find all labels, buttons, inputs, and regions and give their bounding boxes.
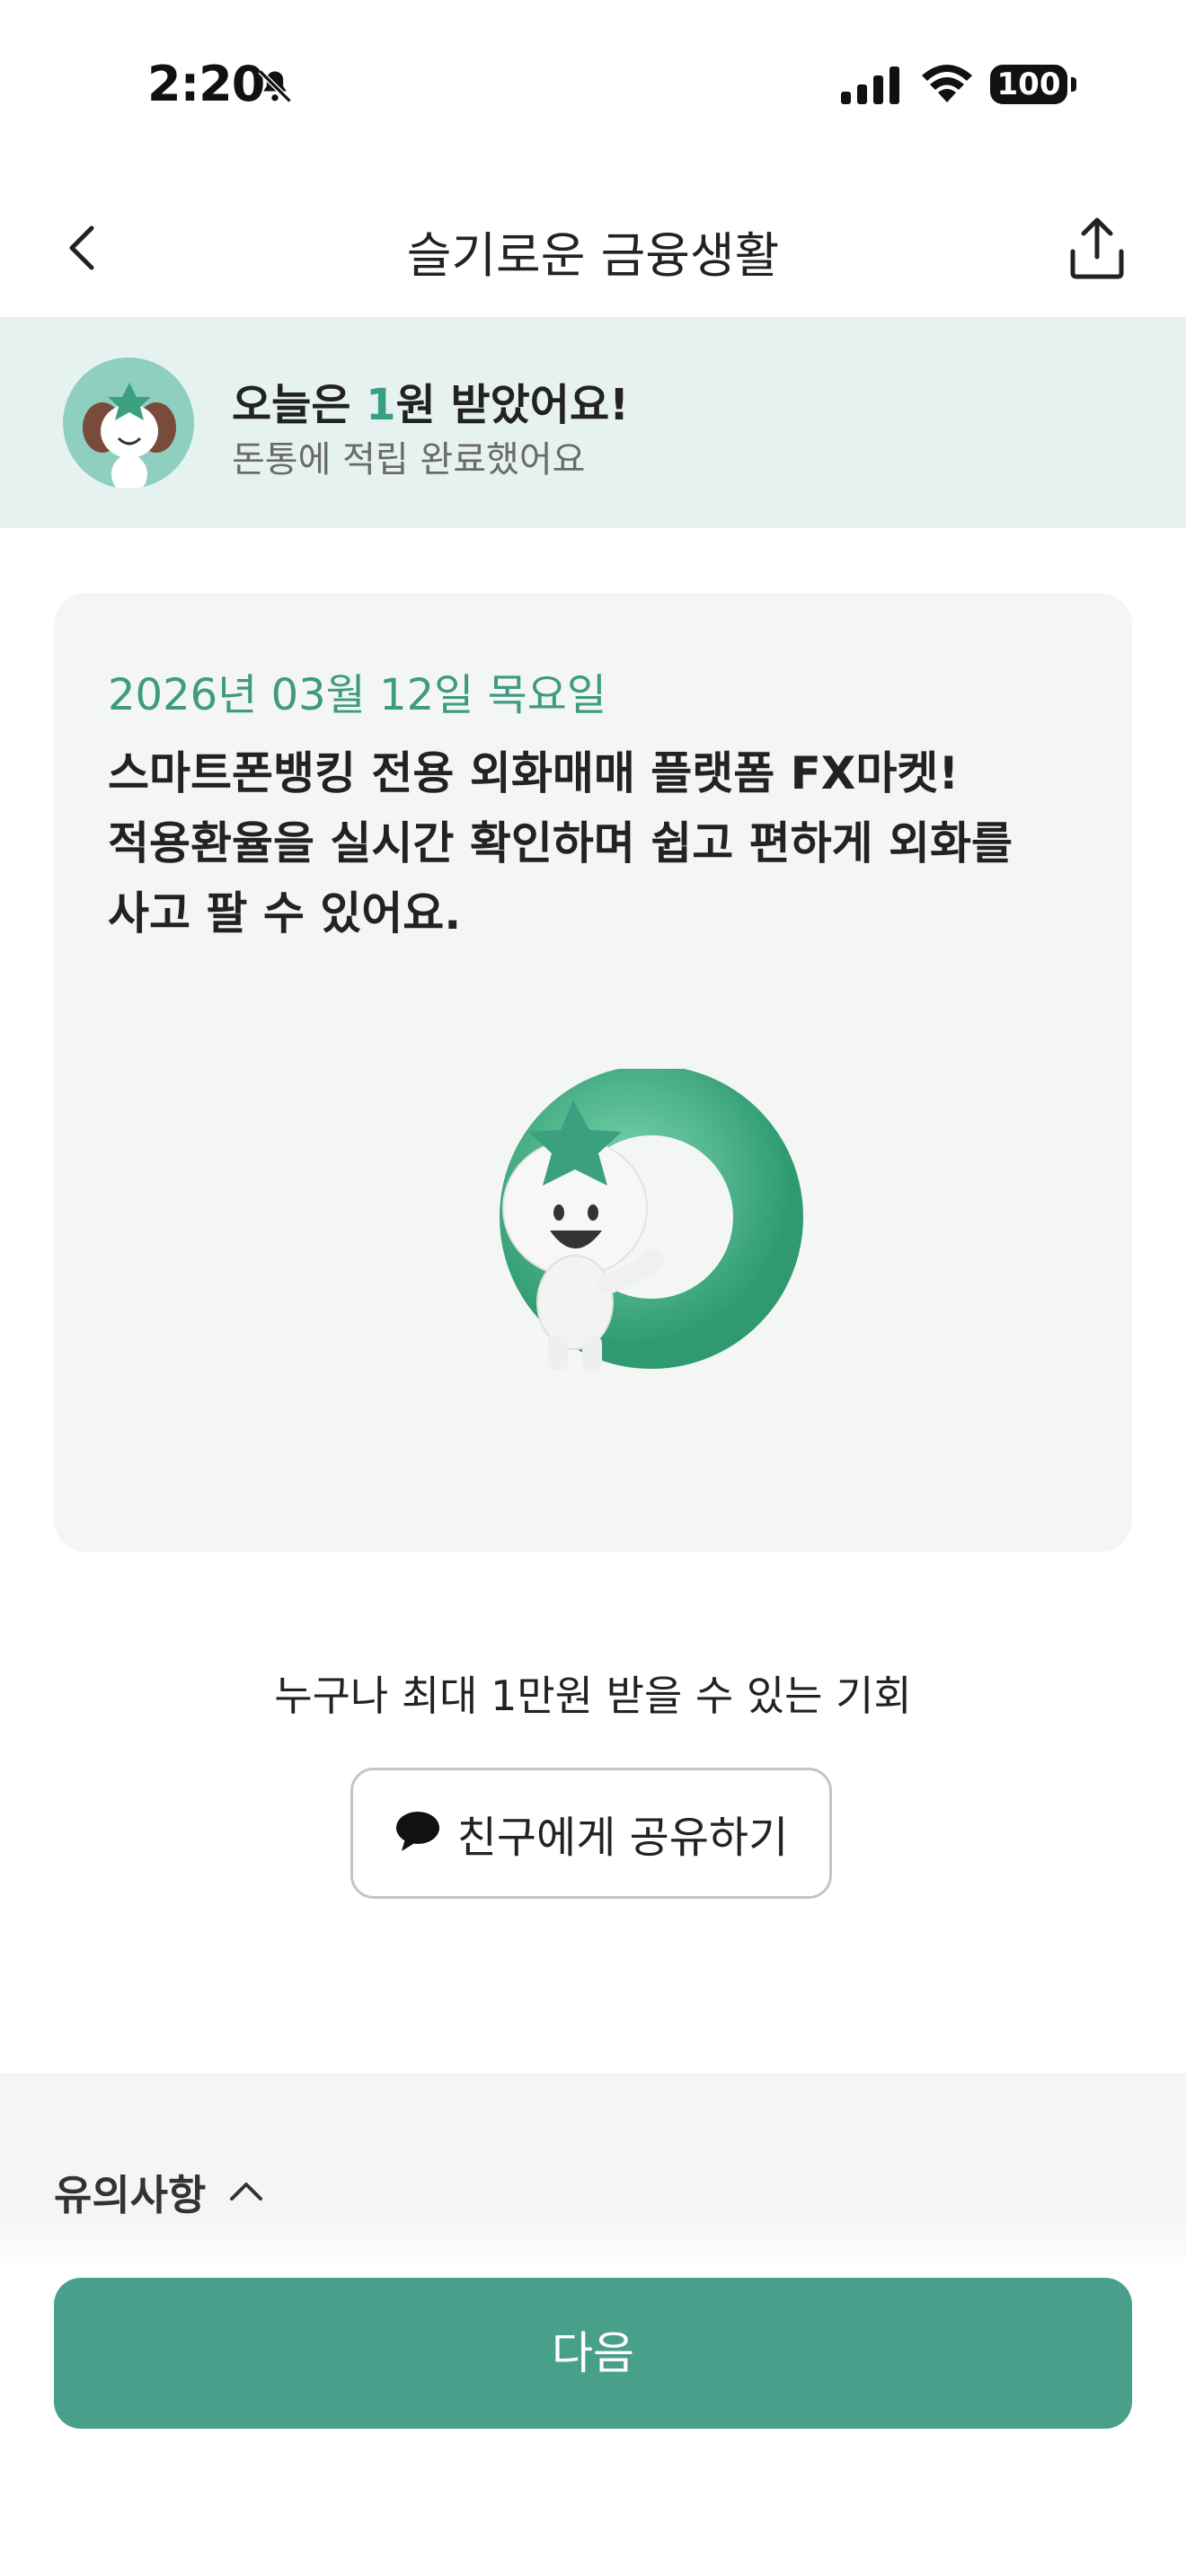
mascot-ring-illustration <box>431 1065 809 1374</box>
battery-cap <box>1071 77 1076 92</box>
status-bar: 2:20 100 <box>0 0 1186 171</box>
next-button[interactable]: 다음 <box>54 2278 1132 2429</box>
chevron-up-icon[interactable] <box>226 2172 266 2211</box>
reward-subtext: 돈통에 적립 완료했어요 <box>232 439 586 481</box>
share-to-friend-button[interactable]: 친구에게 공유하기 <box>350 1768 832 1899</box>
status-time: 2:20 <box>147 56 265 112</box>
bell-muted-icon <box>255 66 295 110</box>
reward-banner: 오늘은 1원 받았어요! 돈통에 적립 완료했어요 <box>0 317 1186 528</box>
promo-text: 누구나 최대 1만원 받을 수 있는 기회 <box>274 1672 912 1720</box>
share-icon[interactable] <box>1057 207 1137 287</box>
bottom-fade <box>0 2219 1186 2272</box>
avatar <box>63 357 194 489</box>
reward-amount: 1 <box>366 380 396 430</box>
battery-icon: 100 <box>990 65 1067 104</box>
notice-toggle[interactable]: 유의사항 <box>54 2163 206 2222</box>
card-body-line: 스마트폰뱅킹 전용 외화매매 플랫폼 FX마켓! <box>108 747 960 799</box>
wifi-icon <box>920 63 974 108</box>
card-body-line: 적용환율을 실시간 확인하며 쉽고 편하게 외화를 <box>108 817 1013 869</box>
chat-bubble-icon <box>394 1810 441 1857</box>
card-date: 2026년 03월 12일 목요일 <box>108 670 607 720</box>
page-title: 슬기로운 금융생활 <box>406 227 780 284</box>
card-body: 스마트폰뱅킹 전용 외화매매 플랫폼 FX마켓! 적용환율을 실시간 확인하며 … <box>108 738 1096 948</box>
reward-headline: 오늘은 1원 받았어요! <box>232 380 630 430</box>
share-button-label: 친구에게 공유하기 <box>456 1813 789 1863</box>
nav-bar: 슬기로운 금융생활 <box>0 180 1186 314</box>
card-body-line: 사고 팔 수 있어요. <box>108 887 462 940</box>
signal-icon <box>839 66 902 108</box>
tip-card: 2026년 03월 12일 목요일 스마트폰뱅킹 전용 외화매매 플랫폼 FX마… <box>54 593 1132 1552</box>
